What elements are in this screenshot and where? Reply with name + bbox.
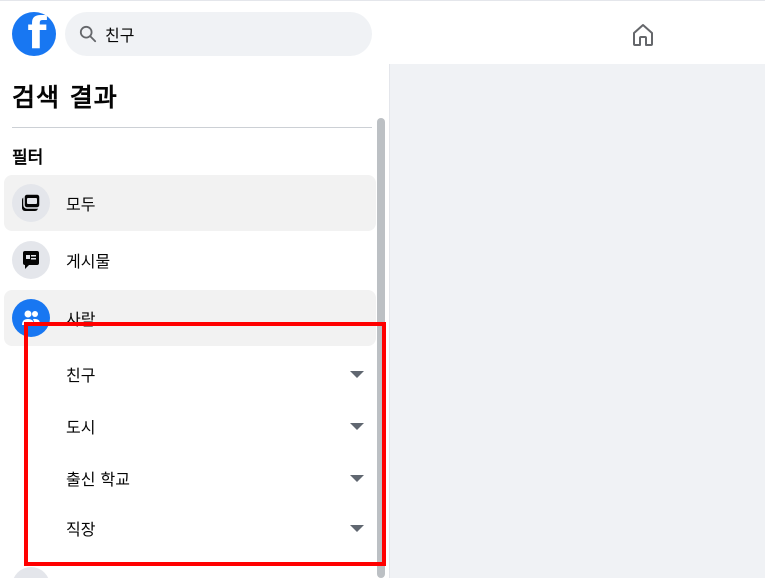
all-results-icon [12, 184, 50, 222]
search-input[interactable] [105, 24, 355, 44]
filter-item-label: 게시물 [66, 252, 111, 271]
page-title: 검색 결과 [12, 83, 118, 112]
filter-item-posts[interactable]: 게시물 [4, 232, 376, 288]
search-icon [79, 25, 97, 43]
divider [12, 127, 372, 128]
facebook-logo-letter: f [27, 12, 47, 56]
filter-item-all[interactable]: 모두 [4, 175, 376, 231]
main-content [390, 64, 765, 578]
filter-title: 필터 [12, 148, 44, 168]
home-button[interactable] [628, 20, 658, 50]
highlight-box [24, 322, 386, 566]
home-icon [633, 24, 653, 46]
search-box[interactable] [65, 12, 372, 56]
facebook-logo[interactable]: f [12, 12, 56, 56]
top-bar: f [0, 0, 765, 64]
filter-item-label: 모두 [66, 195, 96, 214]
posts-icon [12, 241, 50, 279]
